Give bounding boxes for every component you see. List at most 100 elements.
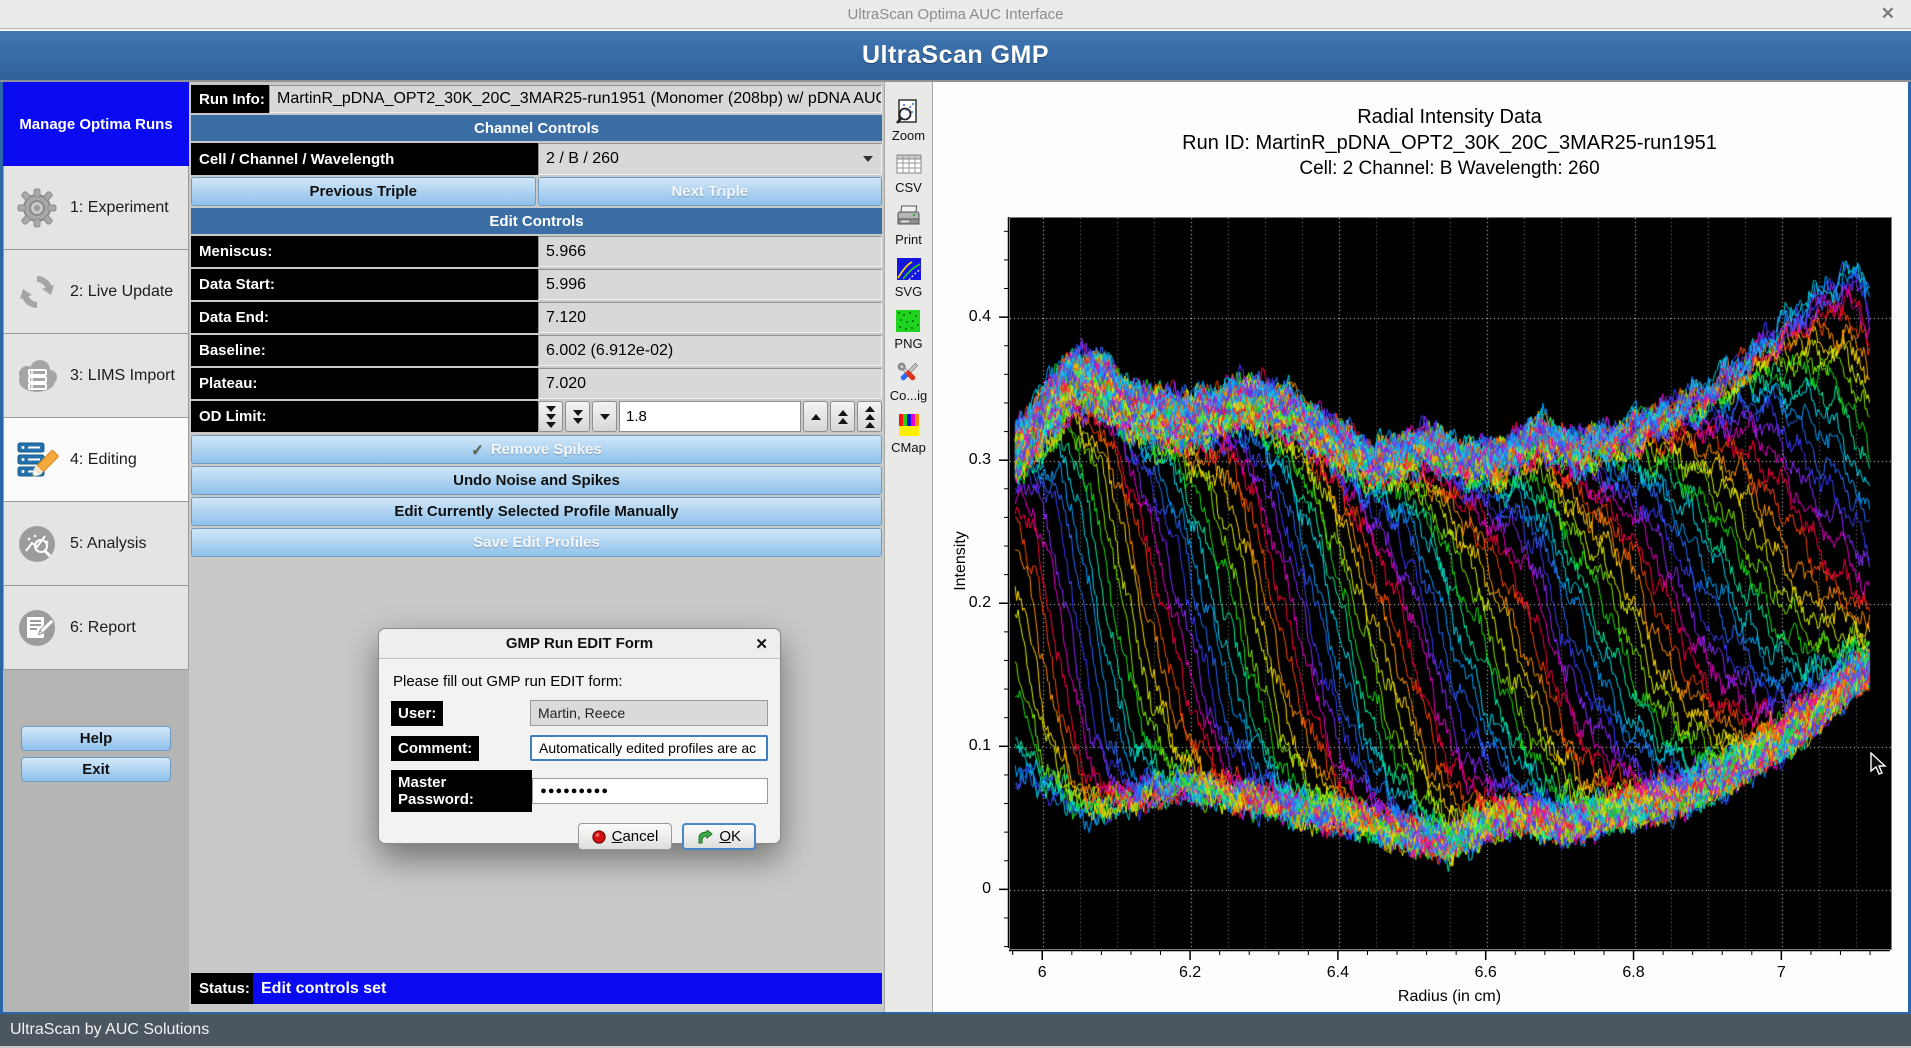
- sidebar-item-editing[interactable]: 4: Editing: [3, 418, 189, 502]
- png-tool-button[interactable]: PNG: [894, 308, 922, 351]
- csv-icon: [895, 152, 923, 178]
- chevron-down-icon: [863, 156, 873, 162]
- gear-icon: [14, 185, 60, 231]
- previous-triple-button[interactable]: Previous Triple: [191, 177, 536, 206]
- config-tool-button[interactable]: Co...ig: [890, 360, 928, 403]
- sidebar-item-live-update[interactable]: 2: Live Update: [3, 250, 189, 334]
- ccw-label: Cell / Channel / Wavelength: [191, 143, 538, 175]
- remove-spikes-label: Remove Spikes: [491, 441, 602, 458]
- report-pencil-icon: [14, 605, 60, 651]
- zoom-tool-label: Zoom: [892, 128, 925, 143]
- ccw-value: 2 / B / 260: [546, 150, 619, 168]
- sidebar-item-label: 5: Analysis: [70, 535, 146, 553]
- save-edit-profiles-button[interactable]: Save Edit Profiles: [191, 528, 882, 557]
- x-tick-label: 6.4: [1327, 964, 1349, 982]
- comment-input[interactable]: Automatically edited profiles are ac: [530, 735, 768, 761]
- refresh-icon: [14, 269, 60, 315]
- sidebar-header-label: Manage Optima Runs: [19, 116, 172, 133]
- next-triple-label: Next Triple: [671, 183, 748, 200]
- baseline-label: Baseline:: [191, 335, 538, 366]
- zoom-tool-button[interactable]: Zoom: [892, 98, 925, 143]
- data-end-label: Data End:: [191, 302, 538, 333]
- exit-button-label: Exit: [82, 761, 110, 778]
- sidebar-item-experiment[interactable]: 1: Experiment: [3, 166, 189, 250]
- plot-toolbar: Zoom CSV Print: [884, 82, 933, 1012]
- help-button-label: Help: [80, 730, 113, 747]
- sidebar-header: Manage Optima Runs: [3, 82, 189, 166]
- sidebar-item-analysis[interactable]: 5: Analysis: [3, 502, 189, 586]
- x-tick-label: 6: [1038, 964, 1047, 982]
- sidebar-item-label: 4: Editing: [70, 451, 137, 469]
- cmap-tool-label: CMap: [891, 440, 926, 455]
- edit-profile-manually-button[interactable]: Edit Currently Selected Profile Manually: [191, 497, 882, 526]
- gmp-run-edit-dialog: GMP Run EDIT Form ✕ Please fill out GMP …: [378, 628, 781, 844]
- cancel-button[interactable]: Cancel: [578, 823, 673, 850]
- sidebar-item-label: 2: Live Update: [70, 283, 173, 301]
- meniscus-value: 5.966: [538, 236, 882, 267]
- window-close-icon[interactable]: ✕: [1881, 4, 1895, 24]
- app-title: UltraScan GMP: [862, 41, 1049, 70]
- od-limit-up3-button[interactable]: [857, 401, 882, 432]
- undo-noise-spikes-button[interactable]: Undo Noise and Spikes: [191, 466, 882, 495]
- od-limit-down1-button[interactable]: [592, 401, 617, 432]
- plateau-value: 7.020: [538, 368, 882, 399]
- od-limit-down3-button[interactable]: [538, 401, 563, 432]
- cancel-button-label: Cancel: [612, 828, 659, 845]
- od-limit-down2-button[interactable]: [565, 401, 590, 432]
- chart-magnifier-icon: [14, 521, 60, 567]
- ok-button-label: OK: [719, 828, 741, 845]
- svg-tool-button[interactable]: SVG: [895, 256, 923, 299]
- ccw-dropdown[interactable]: 2 / B / 260: [538, 143, 882, 175]
- dialog-titlebar[interactable]: GMP Run EDIT Form ✕: [379, 629, 780, 659]
- plateau-label: Plateau:: [191, 368, 538, 399]
- remove-spikes-button[interactable]: ✓ Remove Spikes: [191, 435, 882, 464]
- master-password-input[interactable]: ●●●●●●●●●: [532, 778, 768, 804]
- plot-title: Radial Intensity Data: [1009, 106, 1890, 129]
- user-label: User:: [391, 701, 443, 726]
- controls-panel: Run Info: MartinR_pDNA_OPT2_30K_20C_3MAR…: [189, 82, 884, 1012]
- edit-server-icon: [14, 437, 60, 483]
- print-tool-label: Print: [895, 232, 922, 247]
- cmap-tool-button[interactable]: CMap: [891, 412, 926, 455]
- run-info-label: Run Info:: [191, 85, 269, 113]
- dialog-close-icon[interactable]: ✕: [755, 635, 768, 653]
- undo-noise-label: Undo Noise and Spikes: [453, 472, 620, 489]
- x-axis-label: Radius (in cm): [1009, 988, 1890, 1006]
- status-label: Status:: [191, 973, 253, 1004]
- edit-controls-banner: Edit Controls: [191, 208, 882, 234]
- cancel-icon: [592, 830, 606, 844]
- config-tools-icon: [894, 360, 922, 386]
- exit-button[interactable]: Exit: [21, 757, 171, 782]
- ok-icon: [697, 830, 713, 844]
- x-tick-label: 7: [1777, 964, 1786, 982]
- x-tick-label: 6.6: [1475, 964, 1497, 982]
- od-limit-up1-button[interactable]: [803, 401, 828, 432]
- sidebar-item-lims-import[interactable]: 3: LIMS Import: [3, 334, 189, 418]
- statusbar-text: UltraScan by AUC Solutions: [10, 1021, 209, 1039]
- print-tool-button[interactable]: Print: [895, 204, 923, 247]
- master-password-label: Master Password:: [391, 770, 532, 812]
- data-start-label: Data Start:: [191, 269, 538, 300]
- plot-panel: Radial Intensity Data Run ID: MartinR_pD…: [933, 82, 1908, 1012]
- x-tick-label: 6.2: [1179, 964, 1201, 982]
- config-tool-label: Co...ig: [890, 388, 928, 403]
- y-axis-label: Intensity: [952, 521, 970, 601]
- od-limit-input[interactable]: 1.8: [619, 401, 801, 432]
- csv-tool-button[interactable]: CSV: [895, 152, 923, 195]
- help-button[interactable]: Help: [21, 726, 171, 751]
- app-header: UltraScan GMP: [0, 29, 1911, 82]
- sidebar-item-report[interactable]: 6: Report: [3, 586, 189, 670]
- data-start-value: 5.996: [538, 269, 882, 300]
- status-value: Edit controls set: [253, 973, 882, 1004]
- ok-button[interactable]: OK: [682, 823, 756, 850]
- png-tool-label: PNG: [894, 336, 922, 351]
- od-limit-up2-button[interactable]: [830, 401, 855, 432]
- comment-label: Comment:: [391, 736, 479, 761]
- radial-intensity-plot[interactable]: [1009, 217, 1892, 950]
- x-tick-label: 6.8: [1622, 964, 1644, 982]
- checkmark-icon: ✓: [471, 441, 484, 459]
- edit-manually-label: Edit Currently Selected Profile Manually: [394, 503, 678, 520]
- cloud-server-icon: [14, 353, 60, 399]
- next-triple-button[interactable]: Next Triple: [538, 177, 883, 206]
- user-field: Martin, Reece: [530, 700, 768, 726]
